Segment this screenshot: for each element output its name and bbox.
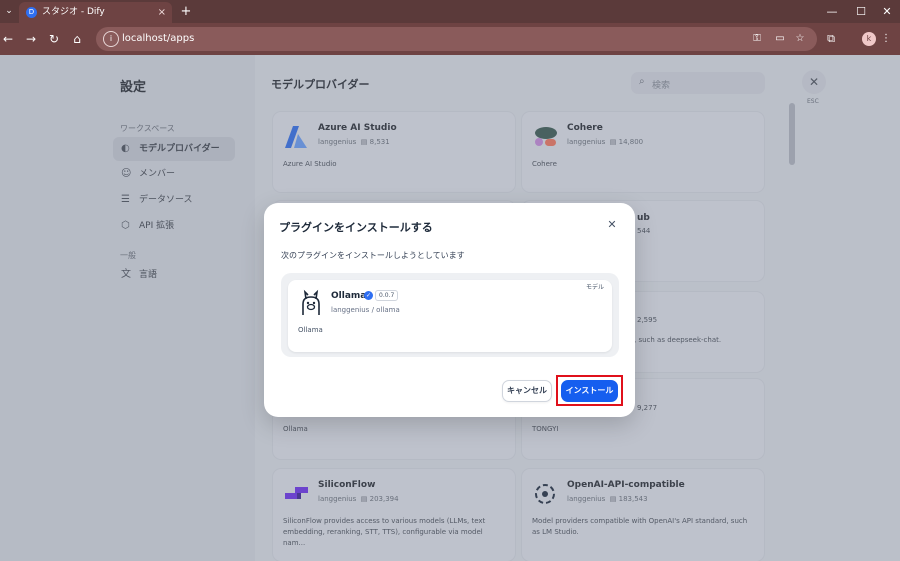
new-tab-button[interactable]: + — [177, 2, 195, 21]
minimize-icon[interactable]: — — [817, 0, 847, 23]
plugin-org: langgenius / ollama — [331, 306, 400, 314]
browser-menu-icon[interactable]: ⋮ — [880, 31, 892, 47]
bookmark-star-icon[interactable]: ☆ — [792, 31, 808, 47]
plugin-description: Ollama — [298, 326, 323, 334]
modal-title: プラグインをインストールする — [279, 221, 433, 234]
back-icon[interactable]: ← — [0, 31, 16, 47]
modal-close-icon[interactable]: ✕ — [604, 217, 620, 233]
tab-close-icon[interactable]: × — [158, 2, 166, 23]
plugin-version-badge: 0.0.7 — [375, 290, 399, 301]
browser-tab[interactable]: D スタジオ - Dify × — [19, 2, 172, 23]
address-bar[interactable] — [96, 27, 817, 51]
reload-icon[interactable]: ↻ — [46, 31, 62, 47]
tab-search-icon[interactable]: ⌄ — [0, 3, 18, 20]
plugin-category-tag: モデル — [586, 284, 605, 291]
profile-avatar[interactable]: k — [862, 32, 876, 46]
window-close-icon[interactable]: ✕ — [872, 0, 900, 23]
dify-favicon-icon: D — [26, 7, 37, 18]
install-button[interactable]: インストール — [561, 380, 618, 402]
cancel-button[interactable]: キャンセル — [502, 380, 552, 402]
url-text[interactable]: localhost/apps — [122, 33, 194, 44]
plugin-name: Ollama — [331, 291, 367, 301]
extensions-icon[interactable]: ⧉ — [823, 31, 839, 47]
home-icon[interactable]: ⌂ — [69, 31, 85, 47]
install-plugin-modal: プラグインをインストールする ✕ 次のプラグインをインストールしようとしています… — [264, 203, 635, 417]
site-info-icon[interactable]: i — [103, 31, 119, 47]
tab-title: スタジオ - Dify — [42, 7, 105, 17]
modal-description: 次のプラグインをインストールしようとしています — [281, 251, 465, 260]
verified-badge-icon: ✓ — [364, 291, 373, 300]
password-key-icon[interactable]: ⚿ — [749, 31, 765, 47]
install-app-icon[interactable]: ▭ — [772, 31, 788, 47]
ollama-logo-icon — [302, 289, 320, 315]
forward-icon[interactable]: → — [23, 31, 39, 47]
